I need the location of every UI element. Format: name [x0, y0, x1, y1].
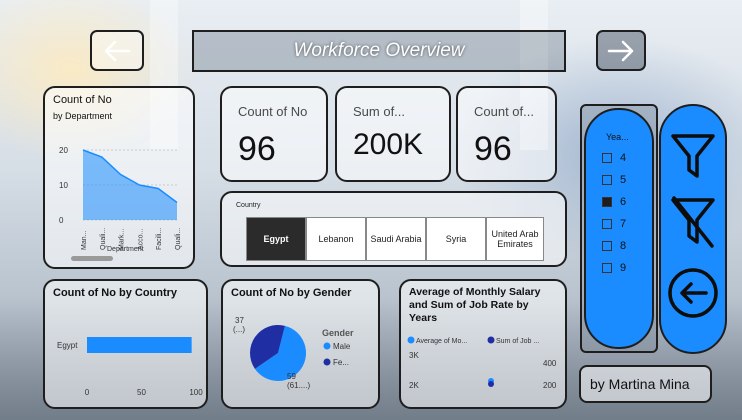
x-tick-label: Quali...	[100, 228, 107, 250]
year-label: 8	[620, 240, 627, 252]
filter-icon[interactable]	[670, 132, 716, 182]
y-tick-label: 3K	[409, 351, 419, 360]
scrollbar[interactable]	[71, 256, 113, 261]
legend-marker	[323, 358, 331, 366]
legend-marker	[323, 342, 331, 350]
data-label: (...)	[233, 325, 245, 334]
checkbox[interactable]	[602, 175, 612, 185]
y-tick-label: 10	[59, 181, 68, 190]
actions-panel	[659, 104, 727, 354]
arrow-left-icon	[104, 40, 131, 61]
kpi-card-sum[interactable]: Sum of... 200K	[335, 86, 451, 182]
y-tick-label: 0	[59, 216, 64, 225]
kpi-value: 96	[238, 130, 276, 168]
legend-item: Sum of Job ...	[496, 338, 539, 345]
arrow-right-icon	[607, 40, 634, 61]
kpi-card-count[interactable]: Count of No 96	[220, 86, 328, 182]
legend-marker	[487, 336, 495, 344]
year-slicer[interactable]: Yea... 4 5 6 7 8 9	[584, 108, 654, 349]
y-tick-label: 20	[59, 146, 68, 155]
next-page-button[interactable]	[596, 30, 646, 71]
pie-chart-plot: 59(61....) 37(...) Gender Male Fe...	[233, 316, 354, 390]
year-option[interactable]: 8	[602, 240, 626, 252]
chart-title: Count of No by Country	[53, 287, 178, 299]
country-slicer[interactable]: Country Egypt Lebanon Saudi Arabia Syria…	[220, 191, 567, 267]
kpi-label: Sum of...	[353, 104, 406, 119]
year-label: 7	[620, 218, 627, 230]
year-label: 4	[620, 152, 627, 164]
x-tick-label: 50	[137, 388, 146, 397]
gender-pie-chart[interactable]: Count of No by Gender 59 (61....) 37 (...) G…	[221, 279, 380, 409]
back-circle-icon[interactable]	[666, 266, 720, 320]
year-option[interactable]: 4	[602, 152, 626, 164]
y-tick-label: 400	[543, 359, 557, 368]
kpi-label: Count of No	[238, 104, 308, 119]
author-box: by Martina Mina	[579, 365, 712, 403]
bar	[87, 337, 192, 353]
kpi-value: 200K	[353, 128, 424, 161]
bar-chart-plot: Egypt 0 50 100	[57, 337, 203, 397]
year-option[interactable]: 6	[602, 196, 626, 208]
country-option-uae[interactable]: United Arab Emirates	[486, 217, 544, 261]
page-title: Workforce Overview	[192, 30, 566, 72]
salary-jobrate-chart[interactable]: Average of Monthly Salary and Sum of Job…	[399, 279, 567, 409]
year-slicer-label: Yea...	[606, 132, 629, 142]
year-label: 6	[620, 196, 627, 208]
x-tick-label: Man...	[81, 230, 88, 250]
year-option[interactable]: 9	[602, 262, 626, 274]
line-chart-plot: Average of Mo... Sum of Job ... 3K 2K 400 200	[407, 336, 557, 390]
y-tick-label: 200	[543, 381, 557, 390]
year-option[interactable]: 7	[602, 218, 626, 230]
checkbox[interactable]	[602, 263, 612, 273]
kpi-label: Count of...	[474, 104, 534, 119]
kpi-card-count-2[interactable]: Count of... 96	[456, 86, 557, 182]
country-option-egypt[interactable]: Egypt	[246, 217, 306, 261]
clear-filter-icon[interactable]	[670, 194, 716, 250]
slicer-label: Country	[236, 202, 261, 209]
checkbox[interactable]	[602, 153, 612, 163]
author-label: by Martina Mina	[590, 376, 690, 392]
country-option-syria[interactable]: Syria	[426, 217, 486, 261]
kpi-value: 96	[474, 130, 512, 168]
x-tick-label: 0	[85, 388, 90, 397]
x-tick-label: 100	[189, 388, 203, 397]
x-axis-label: Department	[107, 246, 144, 253]
data-label: (61....)	[287, 381, 310, 390]
y-tick-label: Egypt	[57, 341, 78, 350]
area-fill	[83, 150, 177, 220]
legend-item: Fe...	[333, 358, 349, 367]
x-tick-label: Facili...	[156, 228, 163, 250]
data-label: 37	[235, 316, 244, 325]
y-tick-label: 2K	[409, 381, 419, 390]
checkbox[interactable]	[602, 197, 612, 207]
checkbox[interactable]	[602, 219, 612, 229]
year-label: 9	[620, 262, 627, 274]
chart-title: Count of No	[53, 94, 112, 106]
legend-title: Gender	[322, 328, 354, 338]
x-tick-label: Quali...	[175, 228, 182, 250]
checkbox[interactable]	[602, 241, 612, 251]
country-option-saudi-arabia[interactable]: Saudi Arabia	[366, 217, 426, 261]
legend-marker	[407, 336, 415, 344]
year-label: 5	[620, 174, 627, 186]
data-label: 59	[287, 372, 296, 381]
country-bar-chart[interactable]: Count of No by Country Egypt 0 50 100	[43, 279, 208, 409]
legend-item: Male	[333, 342, 351, 351]
year-option[interactable]: 5	[602, 174, 626, 186]
chart-title: Average of Monthly Salary and Sum of Job…	[409, 286, 541, 324]
country-option-lebanon[interactable]: Lebanon	[306, 217, 366, 261]
legend-item: Average of Mo...	[416, 338, 467, 345]
data-point	[488, 381, 494, 387]
chart-title: Count of No by Gender	[231, 287, 352, 299]
department-area-chart[interactable]: Count of No by Department 20 10 0 Man... Qua…	[43, 86, 195, 269]
prev-page-button[interactable]	[90, 30, 144, 71]
